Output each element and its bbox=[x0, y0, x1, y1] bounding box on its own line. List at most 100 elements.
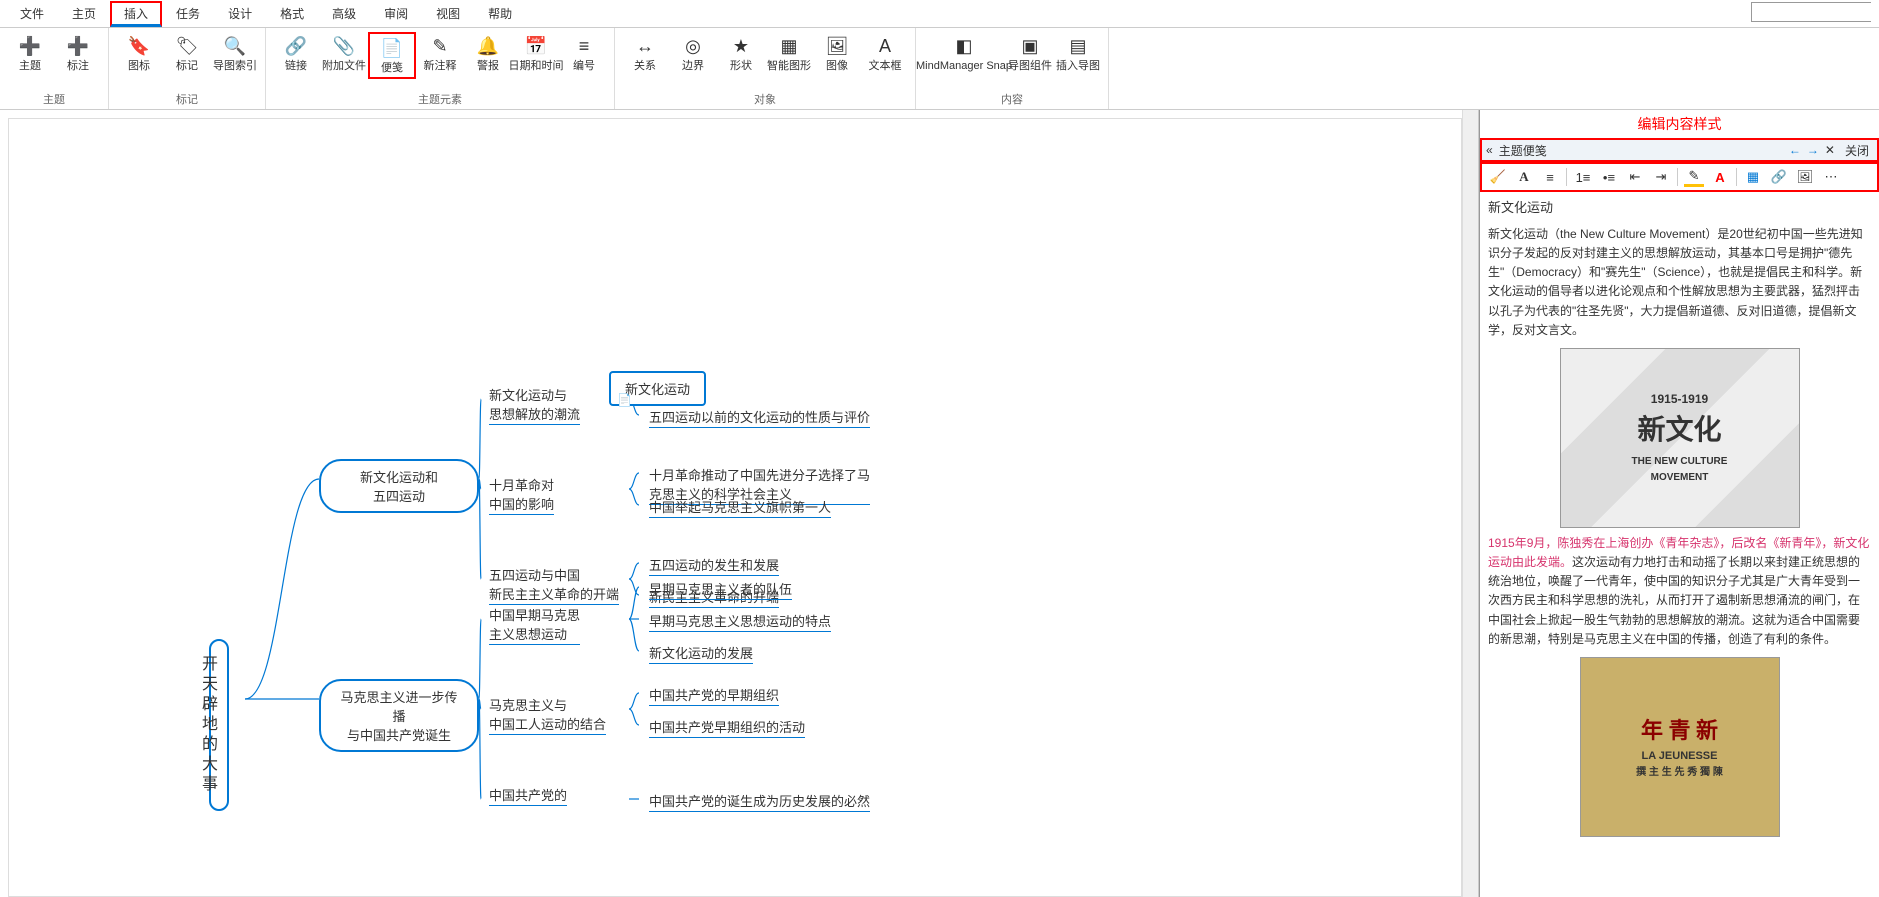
align-icon[interactable]: ≡ bbox=[1540, 167, 1560, 187]
panel-toolbar: 🧹 A ≡ 1≡ •≡ ⇤ ⇥ ✎ A ▦ 🔗 🖼 ⋯ bbox=[1480, 162, 1879, 192]
形状-icon: ★ bbox=[729, 34, 753, 58]
ribbon-btn-图标[interactable]: 🔖图标 bbox=[115, 32, 163, 75]
附加文件-icon: 📎 bbox=[332, 34, 356, 58]
menu-view[interactable]: 视图 bbox=[422, 1, 474, 26]
hub-1[interactable]: 马克思主义进一步传播与中国共产党诞生 bbox=[319, 679, 479, 752]
menu-help[interactable]: 帮助 bbox=[474, 1, 526, 26]
ribbon-btn-边界[interactable]: ◎边界 bbox=[669, 32, 717, 75]
ribbon-btn-便笺[interactable]: 📄便笺 bbox=[368, 32, 416, 79]
ribbon-btn-导图组件[interactable]: ▣导图组件 bbox=[1006, 32, 1054, 75]
编号-icon: ≡ bbox=[572, 34, 596, 58]
img1-en1: THE NEW CULTURE bbox=[1632, 454, 1728, 470]
leaf-1-1-1[interactable]: 中国共产党早期组织的活动 bbox=[649, 717, 805, 736]
ribbon-btn-关系[interactable]: ↔关系 bbox=[621, 32, 669, 75]
subtopic-0-1[interactable]: 十月革命对中国的影响 bbox=[489, 475, 554, 513]
ribbon-btn-智能图形[interactable]: ▦智能图形 bbox=[765, 32, 813, 75]
img1-en2: MOVEMENT bbox=[1651, 470, 1709, 486]
clear-format-icon[interactable]: 🧹 bbox=[1488, 167, 1508, 187]
ribbon-group-label: 对象 bbox=[615, 91, 915, 109]
ribbon-btn-主题[interactable]: ➕主题 bbox=[6, 32, 54, 75]
mindmap-canvas[interactable]: 开天辟地的大事新文化运动和五四运动新文化运动与思想解放的潮流新文化运动📄五四运动… bbox=[8, 118, 1462, 897]
ribbon-btn-标记[interactable]: 🏷 标记 bbox=[163, 32, 211, 75]
ribbon-btn-新注释[interactable]: ✎新注释 bbox=[416, 32, 464, 75]
highlight-icon[interactable]: ✎ bbox=[1684, 167, 1704, 187]
subtopic-1-0[interactable]: 中国早期马克思主义思想运动 bbox=[489, 605, 580, 643]
ribbon-btn-导图索引[interactable]: 🔍 导图索引 bbox=[211, 32, 259, 75]
more-icon[interactable]: ⋯ bbox=[1821, 167, 1841, 187]
ribbon-btn-MindManager Snap[interactable]: ◧MindManager Snap bbox=[922, 32, 1006, 75]
subtopic-1-1[interactable]: 马克思主义与中国工人运动的结合 bbox=[489, 695, 606, 733]
font-icon[interactable]: A bbox=[1514, 167, 1534, 187]
ribbon-btn-附加文件[interactable]: 📎 附加文件 bbox=[320, 32, 368, 75]
标记-icon: 🏷 bbox=[175, 34, 199, 58]
menu-task[interactable]: 任务 bbox=[162, 1, 214, 26]
img1-years: 1915-1919 bbox=[1651, 390, 1708, 409]
ribbon-btn-形状[interactable]: ★ 形状 bbox=[717, 32, 765, 75]
ribbon-btn-标注[interactable]: ➕标注 bbox=[54, 32, 102, 75]
leaf-0-2-0[interactable]: 五四运动的发生和发展 bbox=[649, 555, 779, 574]
ribbon-btn-label: 形状 bbox=[730, 60, 752, 73]
关系-icon: ↔ bbox=[633, 34, 657, 58]
note-indicator-icon[interactable]: 📄 bbox=[617, 393, 632, 407]
ribbon-btn-警报[interactable]: 🔔警报 bbox=[464, 32, 512, 75]
图标-icon: 🔖 bbox=[127, 34, 151, 58]
table-icon[interactable]: ▦ bbox=[1743, 167, 1763, 187]
ribbon-btn-label: 标记 bbox=[176, 60, 198, 73]
ribbon-btn-label: 警报 bbox=[477, 60, 499, 73]
outdent-icon[interactable]: ⇤ bbox=[1625, 167, 1645, 187]
search-input[interactable] bbox=[1752, 3, 1879, 21]
hub-0[interactable]: 新文化运动和五四运动 bbox=[319, 459, 479, 513]
vertical-scrollbar[interactable] bbox=[1462, 110, 1478, 897]
search-box[interactable]: ▾ bbox=[1751, 2, 1871, 22]
ribbon-btn-编号[interactable]: ≡编号 bbox=[560, 32, 608, 75]
menu-format[interactable]: 格式 bbox=[266, 1, 318, 26]
leaf-1-1-0[interactable]: 中国共产党的早期组织 bbox=[649, 685, 779, 704]
ribbon-btn-label: 主题 bbox=[19, 60, 41, 73]
img2-l1: 年 青 新 bbox=[1641, 713, 1718, 748]
ribbon-btn-图像[interactable]: 🖼图像 bbox=[813, 32, 861, 75]
subtopic-0-0[interactable]: 新文化运动与思想解放的潮流 bbox=[489, 385, 580, 423]
ribbon-btn-文本框[interactable]: A文本框 bbox=[861, 32, 909, 75]
ribbon-btn-日期和时间[interactable]: 📅日期和时间 bbox=[512, 32, 560, 75]
bullet-list-icon[interactable]: •≡ bbox=[1599, 167, 1619, 187]
导图索引-icon: 🔍 bbox=[223, 34, 247, 58]
collapse-icon[interactable]: « bbox=[1486, 143, 1493, 157]
workspace: 开天辟地的大事 新文化运动和五四运动新文化运动与思想解放的潮流 新文化运动 📄 五四运动… bbox=[0, 110, 1879, 897]
leaf-1-0-0[interactable]: 早期马克思主义者的队伍 bbox=[649, 579, 792, 598]
ribbon-btn-插入导图[interactable]: ▤插入导图 bbox=[1054, 32, 1102, 75]
ribbon-btn-链接[interactable]: 🔗链接 bbox=[272, 32, 320, 75]
menu-advanced[interactable]: 高级 bbox=[318, 1, 370, 26]
subtopic-0-2[interactable]: 五四运动与中国新民主主义革命的开端 bbox=[489, 565, 619, 603]
MindManager Snap-icon: ◧ bbox=[952, 34, 976, 58]
note-title: 新文化运动 bbox=[1488, 198, 1871, 219]
panel-pin-icon[interactable]: ✕ bbox=[1825, 143, 1835, 157]
menu-insert[interactable]: 插入 bbox=[110, 1, 162, 27]
nav-fwd-icon[interactable]: → bbox=[1807, 143, 1819, 157]
menu-bar: 文件 主页 插入 任务 设计 格式 高级 审阅 视图 帮助 ▾ bbox=[0, 0, 1879, 28]
ribbon: ➕主题➕标注主题🔖图标🏷标记🔍导图索引标记🔗链接📎附加文件📄便笺✎新注释🔔警报📅… bbox=[0, 28, 1879, 110]
menu-home[interactable]: 主页 bbox=[58, 1, 110, 26]
subtopic-1-2[interactable]: 中国共产党的 bbox=[489, 785, 567, 804]
image-icon[interactable]: 🖼 bbox=[1795, 167, 1815, 187]
link-icon[interactable]: 🔗 bbox=[1769, 167, 1789, 187]
panel-body[interactable]: 新文化运动 新文化运动（the New Culture Movement）是20… bbox=[1480, 192, 1879, 897]
menu-review[interactable]: 审阅 bbox=[370, 1, 422, 26]
leaf-1-2-0[interactable]: 中国共产党的诞生成为历史发展的必然 bbox=[649, 791, 870, 810]
menu-file[interactable]: 文件 bbox=[6, 1, 58, 26]
note-image-2: 年 青 新 LA JEUNESSE 撰 主 生 先 秀 獨 陳 bbox=[1580, 657, 1780, 837]
nav-back-icon[interactable]: ← bbox=[1789, 143, 1801, 157]
numbered-list-icon[interactable]: 1≡ bbox=[1573, 167, 1593, 187]
leaf-0-1-1[interactable]: 中国举起马克思主义旗帜第一人 bbox=[649, 497, 831, 516]
indent-icon[interactable]: ⇥ bbox=[1651, 167, 1671, 187]
font-color-icon[interactable]: A bbox=[1710, 167, 1730, 187]
leaf-0-0-1[interactable]: 五四运动以前的文化运动的性质与评价 bbox=[649, 407, 870, 426]
panel-close[interactable]: 关闭 bbox=[1841, 142, 1873, 159]
leaf-1-0-2[interactable]: 新文化运动的发展 bbox=[649, 643, 753, 662]
插入导图-icon: ▤ bbox=[1066, 34, 1090, 58]
root-topic[interactable]: 开天辟地的大事 bbox=[209, 639, 229, 811]
ribbon-btn-label: 导图索引 bbox=[213, 60, 257, 73]
ribbon-btn-label: 附加文件 bbox=[322, 60, 366, 73]
menu-design[interactable]: 设计 bbox=[214, 1, 266, 26]
note-para-2: 1915年9月，陈独秀在上海创办《青年杂志》，后改名《新青年》，新文化运动由此发… bbox=[1488, 534, 1871, 649]
leaf-1-0-1[interactable]: 早期马克思主义思想运动的特点 bbox=[649, 611, 831, 630]
